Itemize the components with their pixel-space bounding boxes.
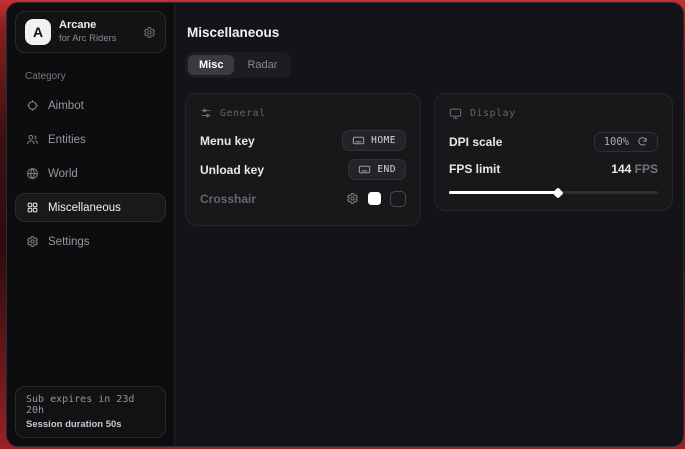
fps-limit-label: FPS limit (449, 162, 500, 176)
sidebar-item-settings[interactable]: Settings (15, 227, 166, 256)
menu-key-value: HOME (371, 135, 396, 146)
gear-icon (26, 235, 39, 248)
fps-limit-row: FPS limit 144 FPS (449, 156, 658, 182)
general-card: General Menu key HOME Unload key (185, 93, 421, 226)
profile-meta: Arcane for Arc Riders (59, 19, 117, 45)
dpi-scale-select[interactable]: 100% (594, 132, 658, 152)
sub-expires-text: Sub expires in 23d 20h (26, 394, 155, 416)
fps-unit: FPS (635, 162, 658, 176)
unload-key-row: Unload key END (200, 155, 406, 184)
crosshair-row: Crosshair (200, 184, 406, 213)
sidebar-item-label: Entities (48, 134, 86, 146)
dpi-scale-row: DPI scale 100% (449, 127, 658, 156)
session-duration-text: Session duration 50s (26, 419, 155, 430)
globe-icon (26, 167, 39, 180)
crosshair-checkbox[interactable] (390, 191, 406, 207)
sliders-icon (200, 107, 212, 119)
sidebar-item-entities[interactable]: Entities (15, 125, 166, 154)
profile-card[interactable]: A Arcane for Arc Riders (15, 11, 166, 53)
main-panel: Miscellaneous Misc Radar General Menu ke… (175, 3, 684, 446)
profile-gear-icon[interactable] (143, 26, 156, 39)
crosshair-color-swatch[interactable] (368, 192, 381, 205)
sidebar-item-aimbot[interactable]: Aimbot (15, 91, 166, 120)
unload-key-label: Unload key (200, 163, 264, 177)
crosshair-icon (26, 99, 39, 112)
desktop-background: A Arcane for Arc Riders Category Aimbot (0, 0, 685, 449)
page-title: Miscellaneous (187, 25, 673, 40)
category-label: Category (25, 71, 174, 82)
grid-icon (26, 201, 39, 214)
crosshair-settings-gear-icon[interactable] (346, 192, 359, 205)
general-card-header: General (200, 107, 406, 119)
menu-key-label: Menu key (200, 134, 255, 148)
crosshair-controls (346, 191, 406, 207)
keyboard-icon (358, 163, 371, 176)
sidebar-nav: Aimbot Entities World (7, 86, 174, 256)
sidebar-item-label: World (48, 168, 78, 180)
display-card-header: Display (449, 107, 658, 120)
cards-row: General Menu key HOME Unload key (185, 93, 673, 226)
display-card-title: Display (470, 108, 516, 119)
app-window: A Arcane for Arc Riders Category Aimbot (6, 2, 684, 447)
unload-key-value: END (377, 164, 396, 175)
sidebar-item-world[interactable]: World (15, 159, 166, 188)
sidebar-item-label: Aimbot (48, 100, 84, 112)
sidebar-item-miscellaneous[interactable]: Miscellaneous (15, 193, 166, 222)
sidebar: A Arcane for Arc Riders Category Aimbot (7, 3, 175, 446)
subscription-card: Sub expires in 23d 20h Session duration … (15, 386, 166, 438)
fps-slider-thumb[interactable] (552, 187, 563, 198)
dpi-scale-label: DPI scale (449, 135, 502, 149)
fps-limit-slider[interactable] (449, 186, 658, 198)
app-subtitle: for Arc Riders (59, 33, 117, 45)
menu-key-row: Menu key HOME (200, 126, 406, 155)
app-title: Arcane (59, 19, 117, 33)
monitor-icon (449, 107, 462, 120)
tab-misc[interactable]: Misc (188, 55, 234, 75)
dpi-scale-value: 100% (604, 136, 629, 148)
menu-key-bind-button[interactable]: HOME (342, 130, 406, 151)
fps-limit-value: 144 FPS (611, 162, 658, 176)
sidebar-spacer (7, 256, 174, 378)
display-card: Display DPI scale 100% FPS limit (434, 93, 673, 211)
keyboard-icon (352, 134, 365, 147)
app-logo: A (25, 19, 51, 45)
fps-number: 144 (611, 162, 631, 176)
sidebar-item-label: Settings (48, 236, 90, 248)
entities-icon (26, 133, 39, 146)
sidebar-item-label: Miscellaneous (48, 202, 121, 214)
crosshair-label: Crosshair (200, 192, 256, 206)
tab-radar[interactable]: Radar (236, 55, 288, 75)
general-card-title: General (220, 108, 266, 119)
reset-icon[interactable] (637, 136, 648, 147)
tab-bar: Misc Radar (185, 52, 291, 78)
fps-slider-fill (449, 191, 558, 194)
unload-key-bind-button[interactable]: END (348, 159, 406, 180)
